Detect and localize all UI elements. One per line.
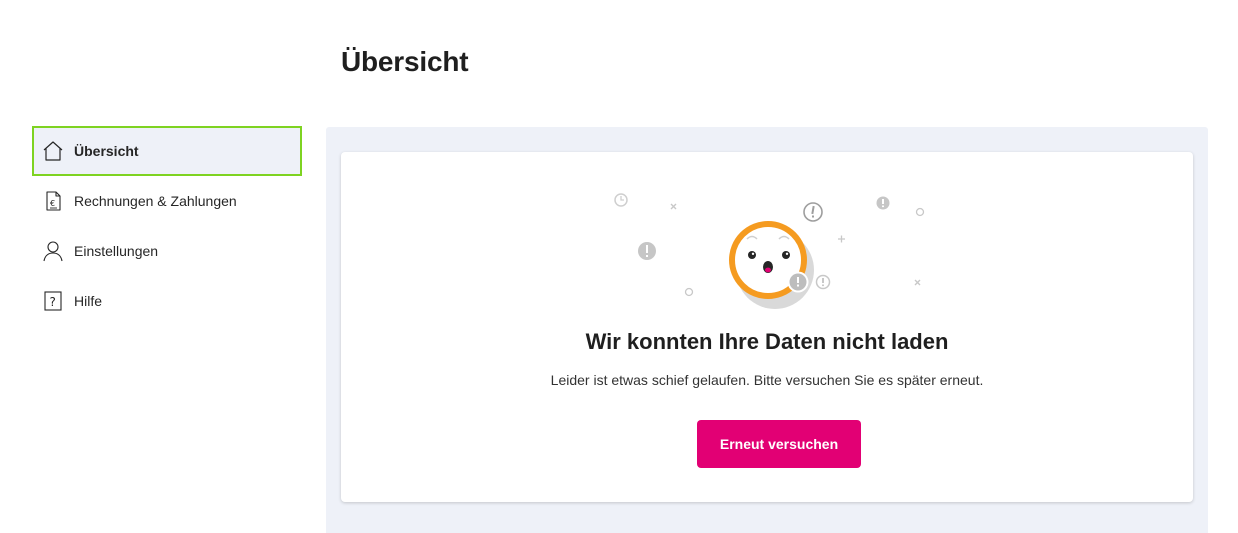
- main-panel: Wir konnten Ihre Daten nicht laden Leide…: [326, 127, 1208, 533]
- sidebar-nav: Übersicht € Rechnungen & Zahlungen Einst…: [32, 126, 302, 326]
- sidebar-item-label: Übersicht: [74, 143, 139, 159]
- sidebar-item-label: Einstellungen: [74, 243, 159, 259]
- error-message: Leider ist etwas schief gelaufen. Bitte …: [550, 372, 984, 388]
- help-icon: ?: [42, 290, 64, 312]
- page: Übersicht Übersicht € Rechnungen & Zahlu…: [0, 0, 1238, 533]
- error-face-illustration: [614, 193, 925, 309]
- page-title: Übersicht: [341, 46, 469, 77]
- home-icon: [42, 140, 64, 162]
- error-title: Wir konnten Ihre Daten nicht laden: [585, 329, 949, 354]
- sidebar-item-einstellungen[interactable]: Einstellungen: [32, 226, 302, 276]
- invoice-euro-icon: €: [42, 190, 64, 212]
- sidebar-item-rechnungen[interactable]: € Rechnungen & Zahlungen: [32, 176, 302, 226]
- sidebar-item-label: Hilfe: [74, 293, 103, 309]
- retry-button[interactable]: Erneut versuchen: [697, 420, 861, 468]
- error-card: Wir konnten Ihre Daten nicht laden Leide…: [341, 152, 1193, 502]
- user-icon: [42, 240, 64, 262]
- sidebar-item-label: Rechnungen & Zahlungen: [74, 193, 237, 209]
- sidebar-item-hilfe[interactable]: ? Hilfe: [32, 276, 302, 326]
- svg-text:?: ?: [50, 295, 56, 309]
- sidebar-item-uebersicht[interactable]: Übersicht: [32, 126, 302, 176]
- svg-text:€: €: [50, 199, 55, 208]
